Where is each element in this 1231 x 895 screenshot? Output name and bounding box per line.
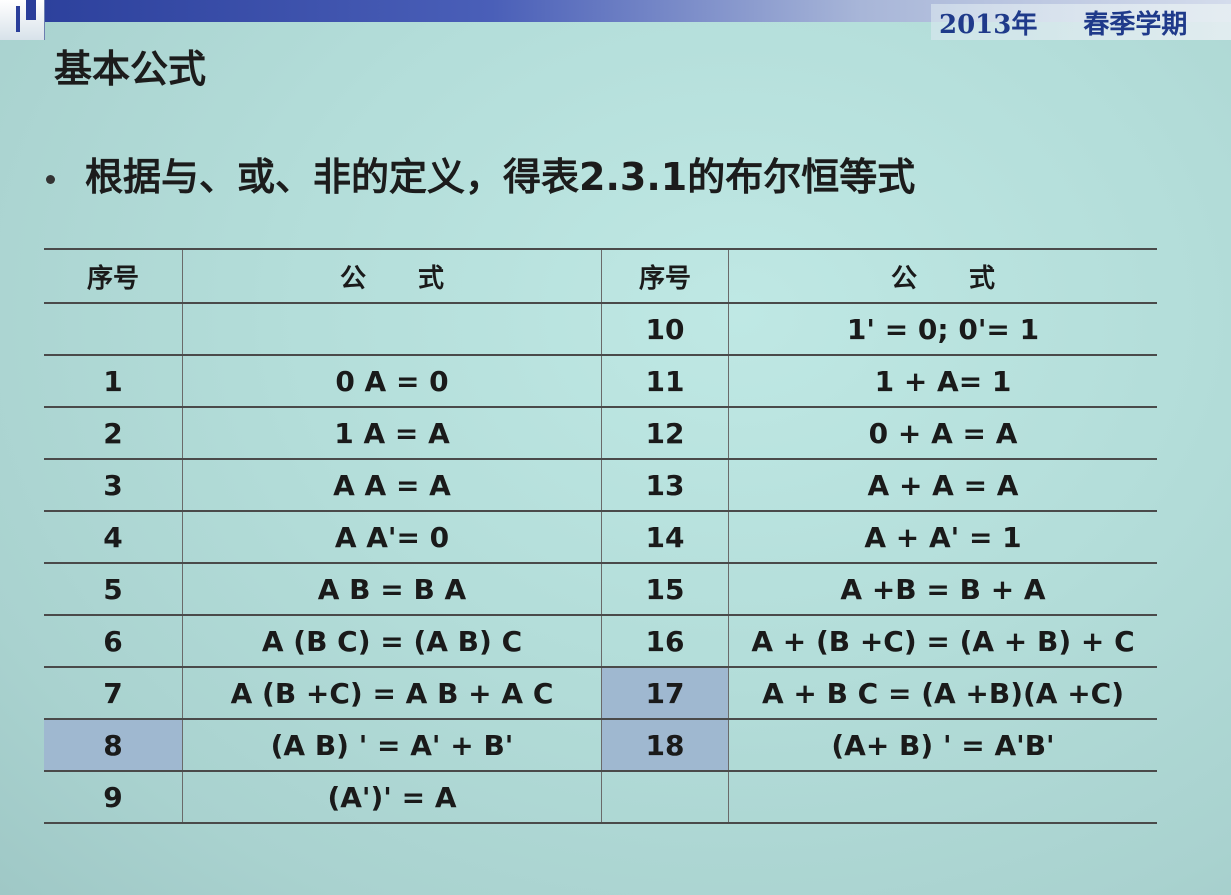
header-term: 春季学期 — [1083, 10, 1188, 40]
boolean-identities-table: 序号 公 式 序号 公 式 10 1' = 0; 0'= 1 1 0 A = 0… — [44, 248, 1157, 824]
row-number-left — [44, 302, 183, 356]
row-number-left: 5 — [44, 562, 183, 616]
row-number-right: 12 — [601, 406, 729, 460]
formula-right: 0 + A = A — [728, 406, 1157, 460]
bullet-text: 根据与、或、非的定义，得表2.3.1的布尔恒等式 — [85, 155, 916, 199]
col-header-number-right: 序号 — [601, 248, 729, 304]
row-number-left: 1 — [44, 354, 183, 408]
table-row: 8 (A B) ' = A' + B' 18 (A+ B) ' = A'B' — [44, 718, 1157, 772]
table-row: 1 0 A = 0 11 1 + A= 1 — [44, 354, 1157, 408]
formula-right — [728, 770, 1157, 824]
row-number-right-highlighted: 17 — [601, 666, 729, 720]
col-header-number-left: 序号 — [44, 248, 183, 304]
course-term-header: 2013年 春季学期 — [931, 4, 1231, 40]
row-number-right: 15 — [601, 562, 729, 616]
row-number-right: 11 — [601, 354, 729, 408]
table-row: 7 A (B +C) = A B + A C 17 A + B C = (A +… — [44, 666, 1157, 720]
formula-right: 1 + A= 1 — [728, 354, 1157, 408]
row-number-right-highlighted: 18 — [601, 718, 729, 772]
formula-right: A + B C = (A +B)(A +C) — [728, 666, 1157, 720]
table-row: 10 1' = 0; 0'= 1 — [44, 302, 1157, 356]
table-row: 6 A (B C) = (A B) C 16 A + (B +C) = (A +… — [44, 614, 1157, 668]
col-header-formula-left: 公 式 — [182, 248, 602, 304]
row-number-left: 3 — [44, 458, 183, 512]
formula-right: 1' = 0; 0'= 1 — [728, 302, 1157, 356]
row-number-right: 10 — [601, 302, 729, 356]
formula-right: A + (B +C) = (A + B) + C — [728, 614, 1157, 668]
row-number-left: 9 — [44, 770, 183, 824]
logo-bar — [16, 6, 20, 32]
formula-left: 0 A = 0 — [182, 354, 602, 408]
table-row: 9 (A')' = A — [44, 770, 1157, 824]
col-header-formula-right: 公 式 — [728, 248, 1157, 304]
formula-left: (A B) ' = A' + B' — [182, 718, 602, 772]
formula-left: A B = B A — [182, 562, 602, 616]
row-number-right: 16 — [601, 614, 729, 668]
logo-block — [26, 0, 36, 20]
row-number-left: 2 — [44, 406, 183, 460]
page-title: 基本公式 — [54, 46, 207, 91]
row-number-right — [601, 770, 729, 824]
table-header-row: 序号 公 式 序号 公 式 — [44, 248, 1157, 304]
table-row: 2 1 A = A 12 0 + A = A — [44, 406, 1157, 460]
formula-left: A (B C) = (A B) C — [182, 614, 602, 668]
row-number-right: 13 — [601, 458, 729, 512]
bullet-point: 根据与、或、非的定义，得表2.3.1的布尔恒等式 — [46, 146, 915, 201]
formula-left: A (B +C) = A B + A C — [182, 666, 602, 720]
formula-left: 1 A = A — [182, 406, 602, 460]
formula-left: A A'= 0 — [182, 510, 602, 564]
row-number-left: 4 — [44, 510, 183, 564]
table-row: 3 A A = A 13 A + A = A — [44, 458, 1157, 512]
formula-right: A + A' = 1 — [728, 510, 1157, 564]
formula-right: (A+ B) ' = A'B' — [728, 718, 1157, 772]
slide-logo-mark — [0, 0, 45, 40]
formula-left: A A = A — [182, 458, 602, 512]
formula-left — [182, 302, 602, 356]
table-row: 4 A A'= 0 14 A + A' = 1 — [44, 510, 1157, 564]
table-row: 5 A B = B A 15 A +B = B + A — [44, 562, 1157, 616]
row-number-left: 6 — [44, 614, 183, 668]
row-number-left: 7 — [44, 666, 183, 720]
row-number-right: 14 — [601, 510, 729, 564]
bullet-dot — [46, 175, 55, 184]
formula-right: A +B = B + A — [728, 562, 1157, 616]
header-year: 2013年 — [939, 10, 1038, 40]
row-number-left-highlighted: 8 — [44, 718, 183, 772]
formula-right: A + A = A — [728, 458, 1157, 512]
formula-left: (A')' = A — [182, 770, 602, 824]
